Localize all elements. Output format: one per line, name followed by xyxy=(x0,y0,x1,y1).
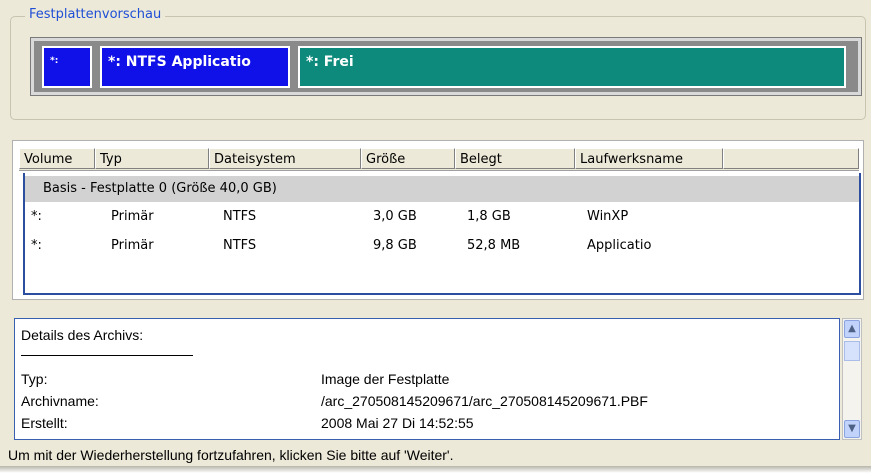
cell-belegt: 52,8 MB xyxy=(467,238,521,253)
table-header: Volume Typ Dateisystem Größe Belegt Lauf… xyxy=(19,148,859,171)
cell-dateisystem: NTFS xyxy=(223,209,257,224)
detail-label-erstellt: Erstellt: xyxy=(21,415,68,431)
scroll-down-button[interactable]: ▼ xyxy=(844,420,860,438)
chevron-up-icon: ▲ xyxy=(848,323,856,334)
archive-details-panel[interactable]: Details des Archivs: Typ: Image der Fest… xyxy=(14,318,840,440)
partition-block-1[interactable]: *: xyxy=(42,46,92,88)
disk-preview-group: Festplattenvorschau *: *: NTFS Applicati… xyxy=(10,7,866,120)
window-bottom-edge xyxy=(0,466,871,473)
column-header-volume[interactable]: Volume xyxy=(19,148,95,169)
status-hint: Um mit der Wiederherstellung fortzufahre… xyxy=(8,447,454,463)
chevron-down-icon: ▼ xyxy=(848,423,856,434)
detail-value-typ: Image der Festplatte xyxy=(321,371,450,387)
table-row[interactable]: *: Primär NTFS 3,0 GB 1,8 GB WinXP xyxy=(25,205,859,229)
scroll-up-button[interactable]: ▲ xyxy=(844,320,860,338)
table-row[interactable]: *: Primär NTFS 9,8 GB 52,8 MB Applicatio xyxy=(25,234,859,258)
detail-value-erstellt: 2008 Mai 27 Di 14:52:55 xyxy=(321,415,474,431)
column-header-empty xyxy=(723,148,859,169)
detail-label-archivname: Archivname: xyxy=(21,393,99,409)
details-scrollbar[interactable]: ▲ ▼ xyxy=(842,318,862,440)
detail-label-typ: Typ: xyxy=(21,371,48,387)
partition-block-free[interactable]: *: Frei xyxy=(298,46,846,88)
column-header-laufwerksname[interactable]: Laufwerksname xyxy=(575,148,723,169)
details-separator xyxy=(21,355,193,356)
scroll-thumb[interactable] xyxy=(844,341,860,361)
disk-group-row[interactable]: Basis - Festplatte 0 (Größe 40,0 GB) xyxy=(25,176,859,202)
detail-value-archivname: /arc_270508145209671/arc_270508145209671… xyxy=(321,393,648,409)
column-header-typ[interactable]: Typ xyxy=(95,148,209,169)
column-header-belegt[interactable]: Belegt xyxy=(455,148,575,169)
table-body: Basis - Festplatte 0 (Größe 40,0 GB) *: … xyxy=(23,173,861,295)
cell-belegt: 1,8 GB xyxy=(467,209,511,224)
cell-groesse: 9,8 GB xyxy=(373,238,417,253)
cell-volume: *: xyxy=(31,238,42,253)
cell-volume: *: xyxy=(31,209,42,224)
cell-dateisystem: NTFS xyxy=(223,238,257,253)
details-heading: Details des Archivs: xyxy=(21,327,144,343)
column-header-groesse[interactable]: Größe xyxy=(361,148,455,169)
cell-typ: Primär xyxy=(111,238,154,253)
disk-map: *: *: NTFS Applicatio *: Frei xyxy=(30,37,862,96)
column-header-dateisystem[interactable]: Dateisystem xyxy=(209,148,361,169)
cell-laufwerksname: WinXP xyxy=(587,209,629,224)
cell-laufwerksname: Applicatio xyxy=(587,238,652,253)
cell-typ: Primär xyxy=(111,209,154,224)
partition-block-ntfs-applicatio[interactable]: *: NTFS Applicatio xyxy=(100,46,290,88)
partition-table: Volume Typ Dateisystem Größe Belegt Lauf… xyxy=(12,140,864,300)
cell-groesse: 3,0 GB xyxy=(373,209,417,224)
disk-preview-title: Festplattenvorschau xyxy=(25,7,166,22)
